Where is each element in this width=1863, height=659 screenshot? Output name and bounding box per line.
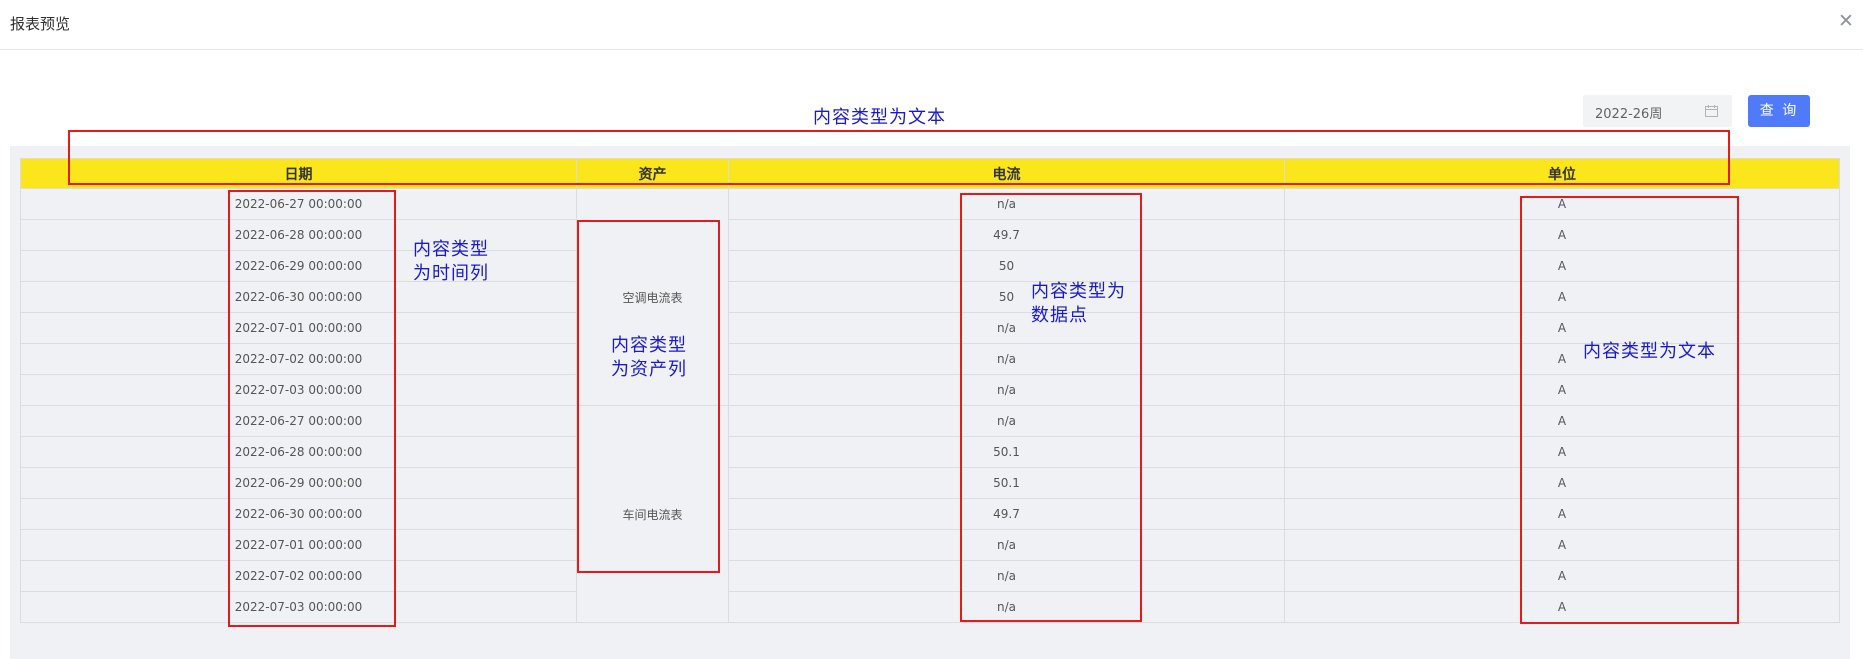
annotation-box-unit [1520,196,1739,624]
annotation-unit-note: 内容类型为文本 [1583,341,1716,362]
calendar-icon [1705,105,1718,117]
week-picker-value: 2022-26周 [1595,107,1663,122]
annotation-date-note: 内容类型 为时间列 [413,239,489,284]
dialog-header: 报表预览 ✕ [0,0,1863,50]
query-button[interactable]: 查 询 [1748,95,1810,127]
annotation-box-date [228,190,396,627]
close-icon[interactable]: ✕ [1835,10,1857,32]
annotation-asset-note: 内容类型 为资产列 [611,335,687,380]
annotation-current-note: 内容类型为 数据点 [1031,281,1126,326]
annotation-header-note: 内容类型为文本 [813,107,946,128]
annotation-box-current [960,193,1142,622]
week-picker[interactable]: 2022-26周 [1583,95,1732,127]
dialog-title: 报表预览 [10,15,71,33]
annotation-box-asset [577,220,720,573]
annotation-box-header [68,130,1730,185]
